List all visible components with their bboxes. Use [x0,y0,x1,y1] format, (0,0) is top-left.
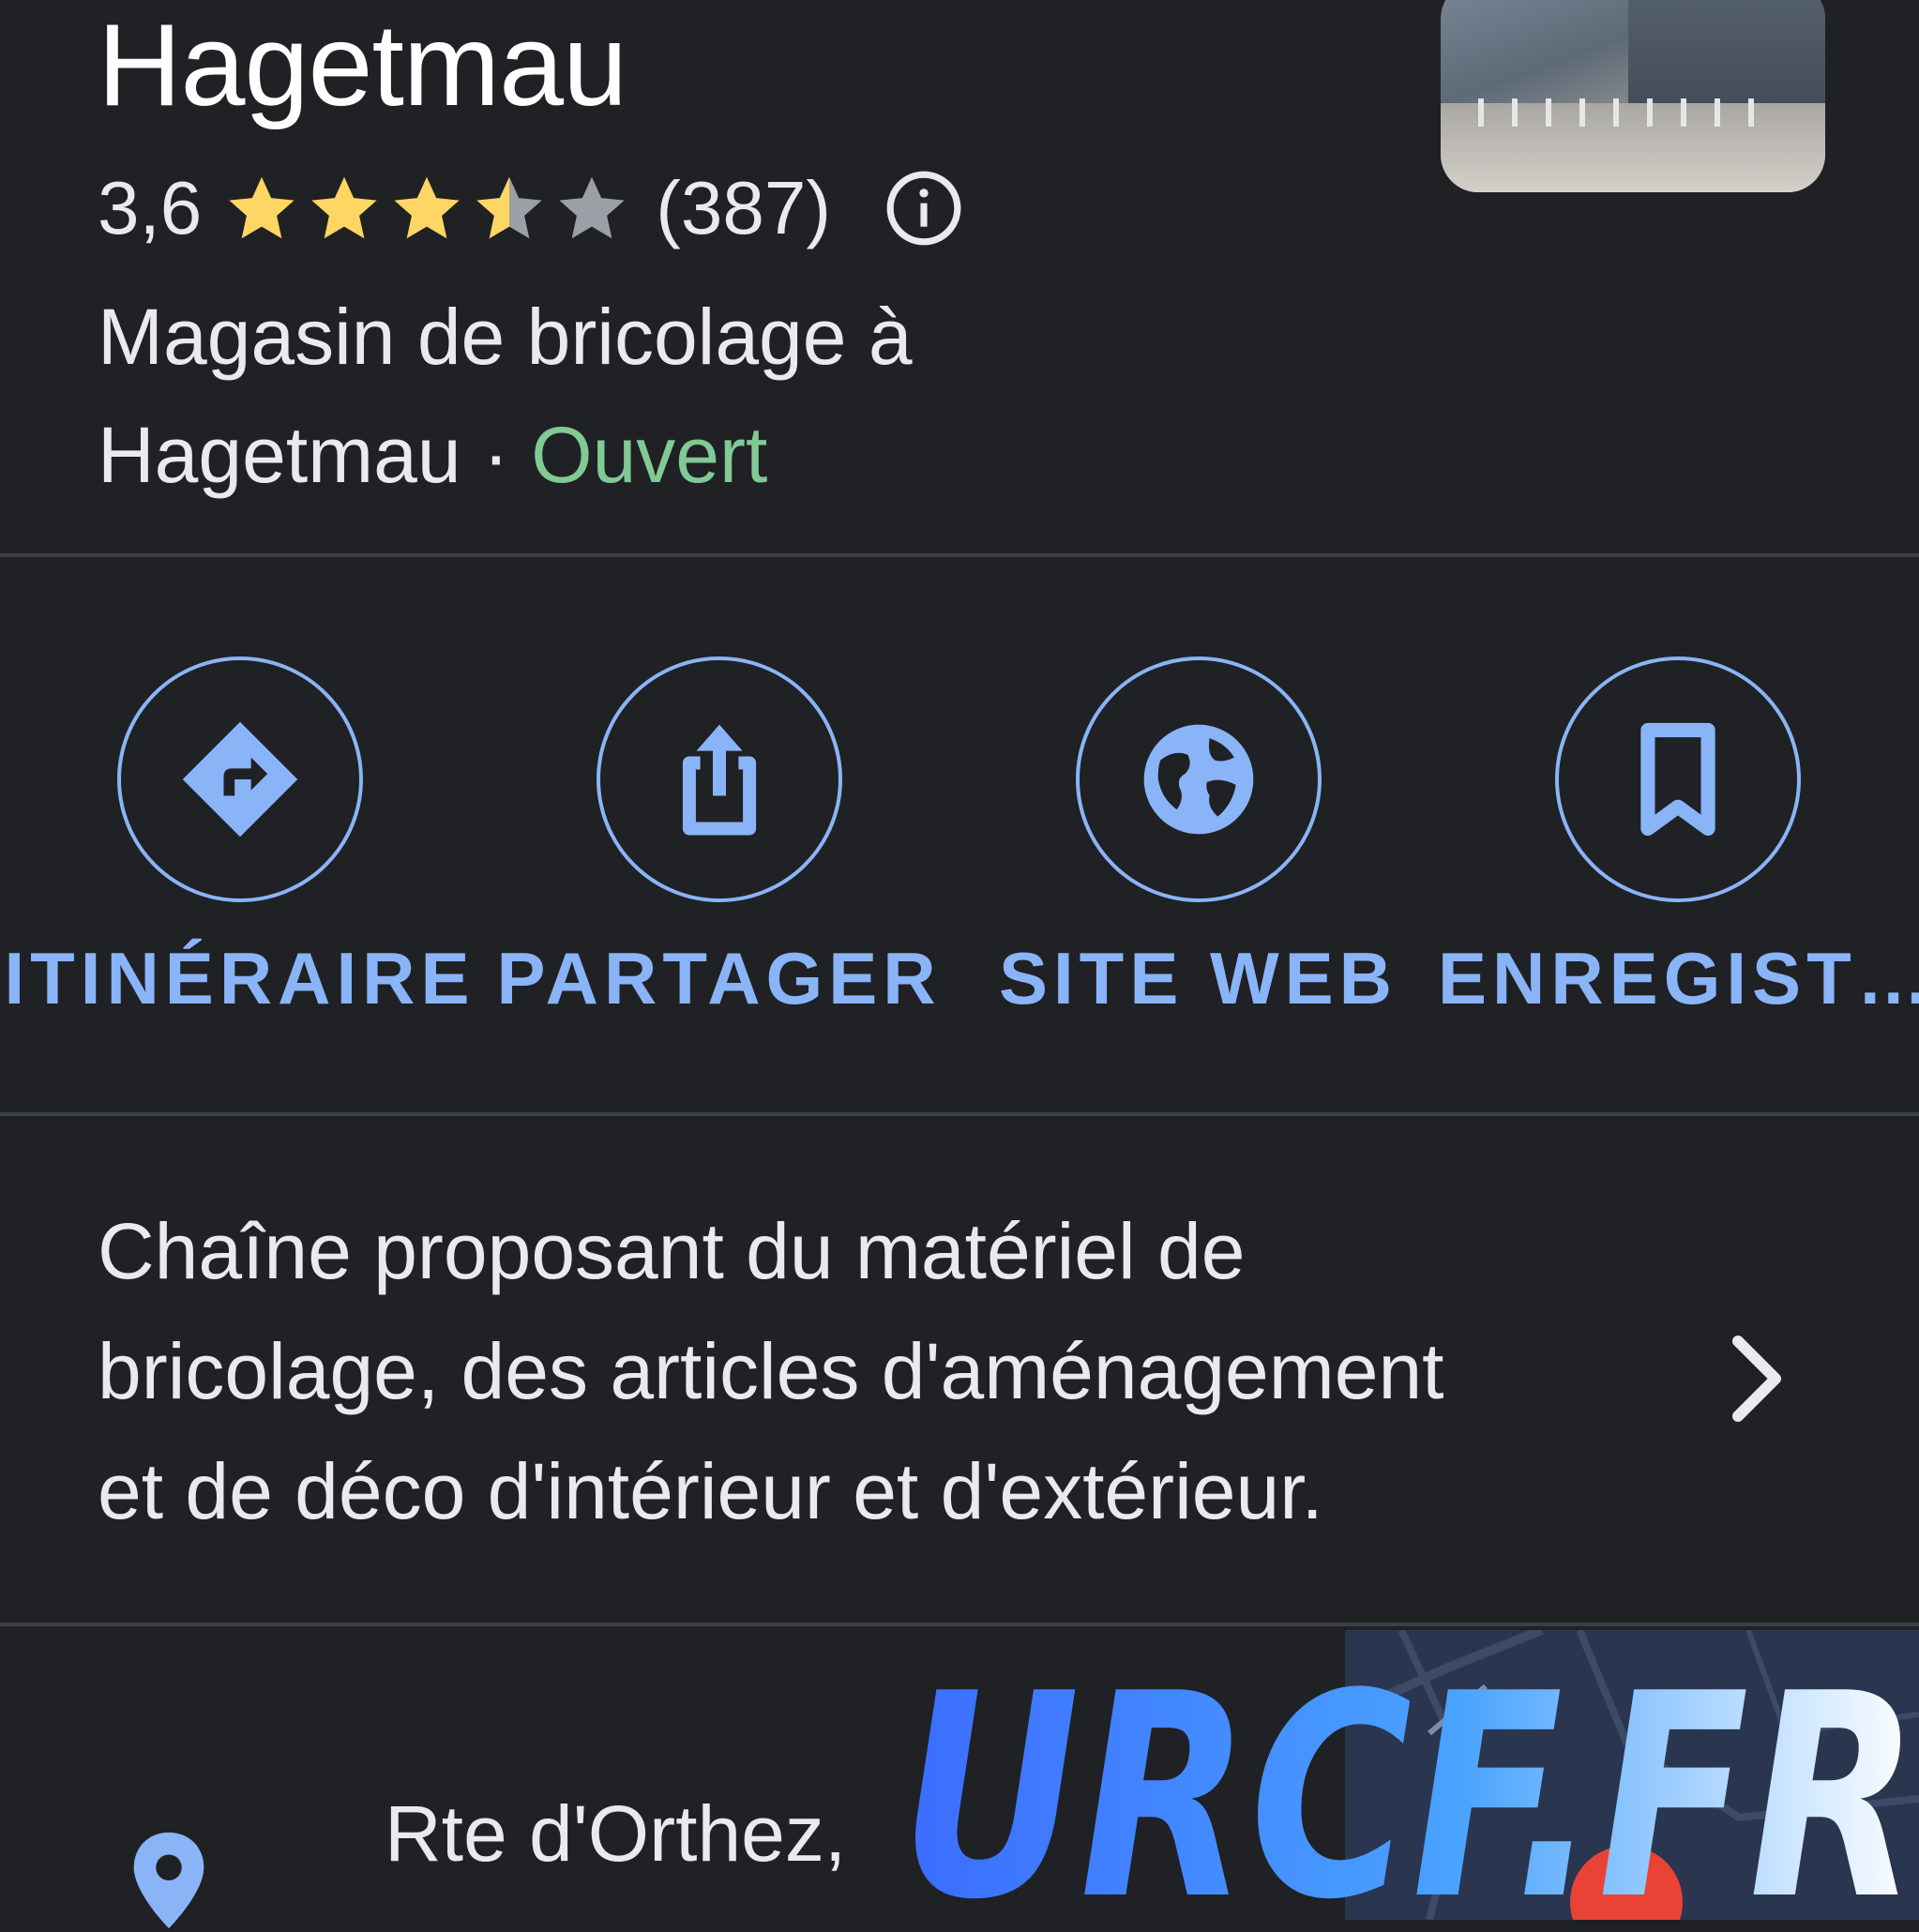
directions-button-circle[interactable] [116,657,363,902]
share-button-circle[interactable] [596,657,842,902]
description-line: bricolage, des articles d'aménagement [98,1327,1444,1415]
action-bar: ITINÉRAIRE PARTAGER SITE WEB ENREGIST… [0,657,1919,1032]
star-half-icon [476,176,542,239]
divider [0,1112,1919,1116]
share-label: PARTAGER [496,937,942,1019]
location-pin-icon [133,1832,204,1929]
place-title: Hagetmau [98,1,627,130]
save-button-circle[interactable] [1554,657,1801,902]
directions-button[interactable]: ITINÉRAIRE [0,657,479,1021]
star-full-icon [394,176,460,239]
chevron-right-icon[interactable] [1724,1332,1790,1426]
place-photo-thumbnail[interactable] [1441,0,1825,192]
open-status: Ouvert [531,411,768,499]
star-full-icon [311,176,377,239]
save-button[interactable]: ENREGIST… [1438,657,1919,1021]
svg-text:URCF.FR: URCF.FR [900,1669,1919,1920]
divider [0,1623,1919,1626]
website-label: SITE WEB [998,937,1398,1019]
star-empty-icon [559,176,625,239]
separator-dot: · [482,411,509,499]
save-label: ENREGIST… [1438,937,1919,1019]
directions-icon [182,721,297,838]
directions-label: ITINÉRAIRE [4,937,476,1019]
description-line: et de déco d'intérieur et d'extérieur. [98,1447,1323,1535]
share-button[interactable]: PARTAGER [479,657,959,1021]
place-description[interactable]: Chaîne proposant du matériel de bricolag… [98,1191,1636,1551]
category-city: Hagetmau [98,411,461,499]
watermark-logo: URCF.FR [900,1634,1919,1932]
category-location-line: Hagetmau · Ouvert [98,396,913,514]
website-button[interactable]: SITE WEB [959,657,1438,1021]
divider [0,553,1919,557]
info-icon[interactable] [884,168,964,249]
rating-stars [222,169,635,248]
rating-row[interactable]: 3,6 (387) [98,161,964,255]
description-line: Chaîne proposant du matériel de [98,1207,1246,1295]
star-full-icon [229,176,295,239]
place-category: Magasin de bricolage à Hagetmau · Ouvert [98,278,913,514]
bookmark-icon [1639,722,1715,837]
globe-icon [1143,724,1253,835]
category-line: Magasin de bricolage à [98,293,913,381]
address-text[interactable]: Rte d'Orthez, [385,1782,846,1885]
website-button-circle[interactable] [1075,657,1322,902]
share-icon [682,724,756,836]
rating-value: 3,6 [98,166,203,249]
review-count[interactable]: (387) [656,165,831,251]
